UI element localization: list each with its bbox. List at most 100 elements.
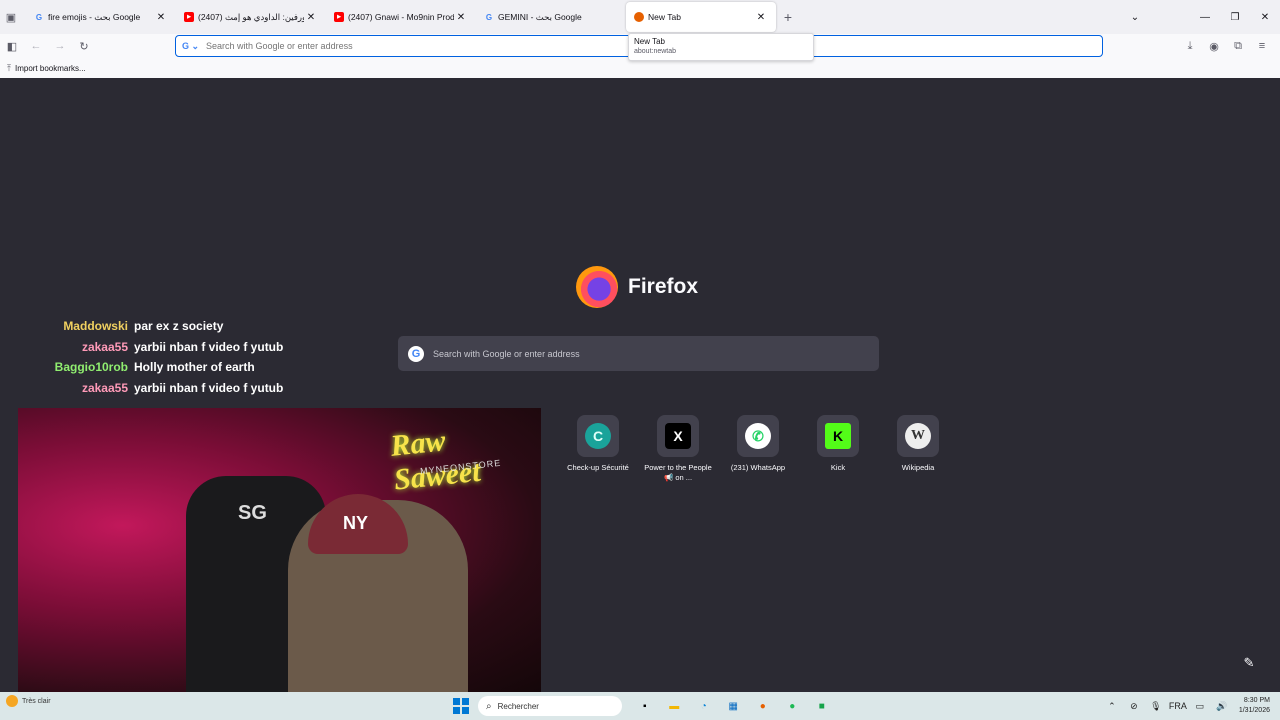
whatsapp-icon: ✆ <box>745 423 771 449</box>
x-icon: X <box>665 423 691 449</box>
display-icon[interactable]: ▭ <box>1189 701 1211 712</box>
bookmarks-toolbar: ⤒ Import bookmarks... <box>0 58 1280 78</box>
account-icon[interactable]: ◉ <box>1202 40 1226 53</box>
import-bookmarks-link[interactable]: Import bookmarks... <box>15 64 86 73</box>
search-engine-icon[interactable]: G ⌄ <box>182 41 206 52</box>
language-indicator[interactable]: FRA <box>1167 701 1189 711</box>
back-icon[interactable]: ← <box>24 40 48 52</box>
chat-text: yarbii nban f video f yutub <box>134 339 284 354</box>
spotify-icon[interactable]: ● <box>778 696 808 716</box>
checkup-icon: C <box>585 423 611 449</box>
chat-username: Maddowski <box>63 319 128 334</box>
tab-bar: ▣ G fire emojis - بحث Google ✕ ▶ (2407) … <box>0 0 1280 34</box>
chat-text: par ex z society <box>134 319 224 334</box>
taskbar-apps: ▪ ▬ ◔ ▦ ● ● ■ <box>630 696 837 716</box>
edit-pencil-icon[interactable]: ✎ <box>1238 652 1260 674</box>
sidebar-icon[interactable]: ◧ <box>0 40 24 53</box>
cap-logo: NY <box>343 513 369 533</box>
tab[interactable]: ▶ (2407) Gnawi - Mo9nin Prod. Cl ✕ <box>326 2 476 32</box>
taskbar: Très clair ⌕ Rechercher ▪ ▬ ◔ ▦ ● ● ■ ⌃ … <box>0 692 1280 720</box>
wikipedia-icon: W <box>905 423 931 449</box>
app-icon[interactable]: ■ <box>807 696 837 716</box>
shortcut-label: Wikipedia <box>901 463 935 472</box>
shortcut-label: (231) WhatsApp <box>730 463 786 472</box>
close-tab-icon[interactable]: ✕ <box>304 12 318 23</box>
new-tab-button[interactable]: + <box>776 9 800 25</box>
neon-sign: Raw Saweet <box>388 424 483 497</box>
forward-icon[interactable]: → <box>48 40 72 52</box>
store-icon[interactable]: ▦ <box>719 696 749 716</box>
file-explorer-icon[interactable]: ▬ <box>660 696 690 716</box>
google-icon: G <box>485 12 493 22</box>
restore-icon[interactable]: ❐ <box>1220 12 1250 23</box>
clock-date: 1/31/2026 <box>1238 707 1270 714</box>
close-tab-icon[interactable]: ✕ <box>754 12 768 23</box>
reload-icon[interactable]: ↻ <box>72 40 96 53</box>
shortcut-tile[interactable]: ✆ (231) WhatsApp <box>718 415 798 483</box>
clock-time: 8:30 PM <box>1243 697 1270 704</box>
tab-strip: G fire emojis - بحث Google ✕ ▶ (2407) ال… <box>26 2 800 32</box>
search-icon: ⌕ <box>486 700 492 712</box>
weather-sun-icon <box>6 695 18 707</box>
task-view-icon[interactable]: ▪ <box>630 696 660 716</box>
list-all-tabs-icon[interactable]: ⌄ <box>1120 12 1150 23</box>
microphone-icon[interactable]: 🎙 <box>1145 701 1167 712</box>
close-window-icon[interactable]: ✕ <box>1250 12 1280 23</box>
search-placeholder: Search with Google or enter address <box>433 348 580 359</box>
downloads-icon[interactable]: ⤓ <box>1178 40 1202 53</box>
google-icon: G <box>35 12 43 22</box>
chat-message: zakaa55 yarbii nban f video f yutub <box>0 337 300 358</box>
menu-icon[interactable]: ≡ <box>1250 40 1274 52</box>
shortcut-tile[interactable]: X Power to the People 📢 on ... <box>638 415 718 483</box>
edge-icon[interactable]: ◔ <box>689 696 719 716</box>
tab-title: (2407) Gnawi - Mo9nin Prod. Cl <box>348 12 454 22</box>
volume-icon[interactable]: 🔊 <box>1211 701 1233 712</box>
weather-text: Très clair <box>22 697 51 705</box>
clock[interactable]: 8:30 PM 1/31/2026 <box>1239 696 1270 716</box>
tab-title: GEMINI - بحث Google <box>498 11 582 22</box>
chat-username: zakaa55 <box>81 380 128 395</box>
minimize-icon[interactable]: — <box>1190 12 1220 23</box>
window-controls: ⌄ — ❐ ✕ <box>1120 0 1280 34</box>
start-button[interactable] <box>453 698 469 714</box>
firefox-icon <box>634 12 644 22</box>
weather-widget[interactable]: Très clair <box>6 695 51 707</box>
chat-message: zakaa55 yarbii nban f video f yutub <box>0 378 300 399</box>
chat-message: Baggio10rob Holly mother of earth <box>0 357 300 378</box>
chat-username: zakaa55 <box>81 339 128 354</box>
taskbar-search[interactable]: ⌕ Rechercher <box>478 696 622 716</box>
tab[interactable]: G fire emojis - بحث Google ✕ <box>26 2 176 32</box>
extensions-icon[interactable]: ⧉ <box>1226 40 1250 53</box>
tab[interactable]: ▶ (2407) المورفين: الداودي هو إمث ✕ <box>176 2 326 32</box>
newtab-search[interactable]: G Search with Google or enter address <box>398 336 879 371</box>
chat-username: Baggio10rob <box>54 360 128 375</box>
chat-text: yarbii nban f video f yutub <box>134 380 284 395</box>
tooltip-title: New Tab <box>634 37 665 46</box>
youtube-icon: ▶ <box>334 12 344 22</box>
shortcut-label: Kick <box>830 463 846 472</box>
shortcut-tile[interactable]: C Check-up Sécurité <box>558 415 638 483</box>
chat-text: Holly mother of earth <box>134 360 255 375</box>
firefox-logo: Firefox <box>576 266 698 308</box>
youtube-icon: ▶ <box>184 12 194 22</box>
shortcut-label: Check-up Sécurité <box>567 463 629 472</box>
shortcut-tile[interactable]: W Wikipedia <box>878 415 958 483</box>
tab-active[interactable]: New Tab ✕ <box>626 2 776 32</box>
kick-icon: K <box>825 423 851 449</box>
firefox-globe-icon <box>576 266 618 308</box>
taskbar-search-placeholder: Rechercher <box>497 701 539 711</box>
close-tab-icon[interactable]: ✕ <box>454 12 468 23</box>
shortcut-tile[interactable]: K Kick <box>798 415 878 483</box>
firefox-view-button[interactable]: ▣ <box>0 6 22 28</box>
close-tab-icon[interactable]: ✕ <box>154 12 168 23</box>
google-icon: G <box>408 345 424 362</box>
chat-overlay: Maddowski par ex z society zakaa55 yarbi… <box>0 316 300 398</box>
shortcuts: C Check-up Sécurité X Power to the Peopl… <box>558 415 958 483</box>
system-tray: ⌃ ⊘ 🎙 FRA ▭ 🔊 8:30 PM 1/31/2026 <box>1101 692 1270 720</box>
chat-message: Maddowski par ex z society <box>0 316 300 337</box>
chevron-up-icon[interactable]: ⌃ <box>1101 701 1123 712</box>
tab-title: fire emojis - بحث Google <box>48 11 141 22</box>
network-icon[interactable]: ⊘ <box>1123 701 1145 712</box>
tab[interactable]: G GEMINI - بحث Google <box>476 2 626 32</box>
firefox-taskbar-icon[interactable]: ● <box>748 696 778 716</box>
